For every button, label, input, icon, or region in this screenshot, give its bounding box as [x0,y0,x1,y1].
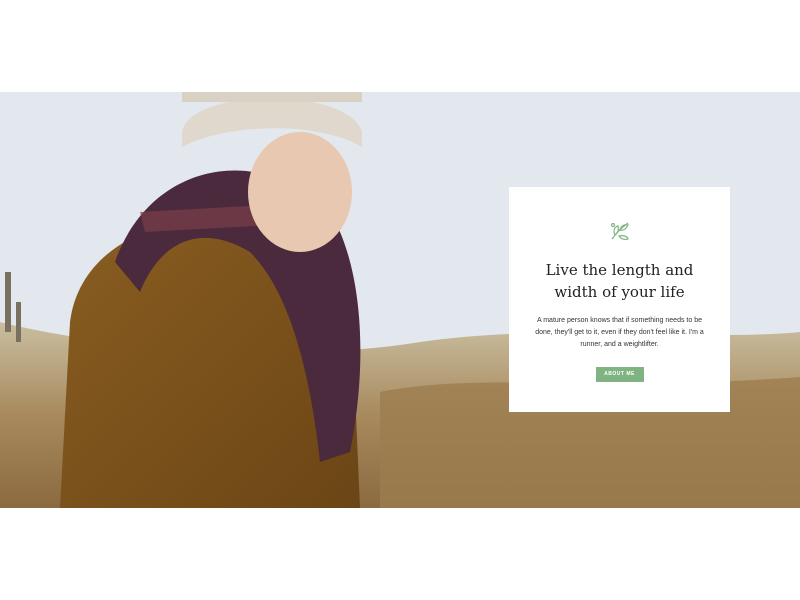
about-me-button[interactable]: ABOUT ME [595,367,644,382]
intro-card: Live the length and width of your life A… [509,187,730,412]
card-description: A mature person knows that if something … [535,317,704,348]
hero-banner: Live the length and width of your life A… [0,92,800,508]
leaf-sprig-icon [610,222,629,240]
page: Live the length and width of your life A… [0,0,800,600]
card-title: Live the length and width of your life [545,261,694,301]
